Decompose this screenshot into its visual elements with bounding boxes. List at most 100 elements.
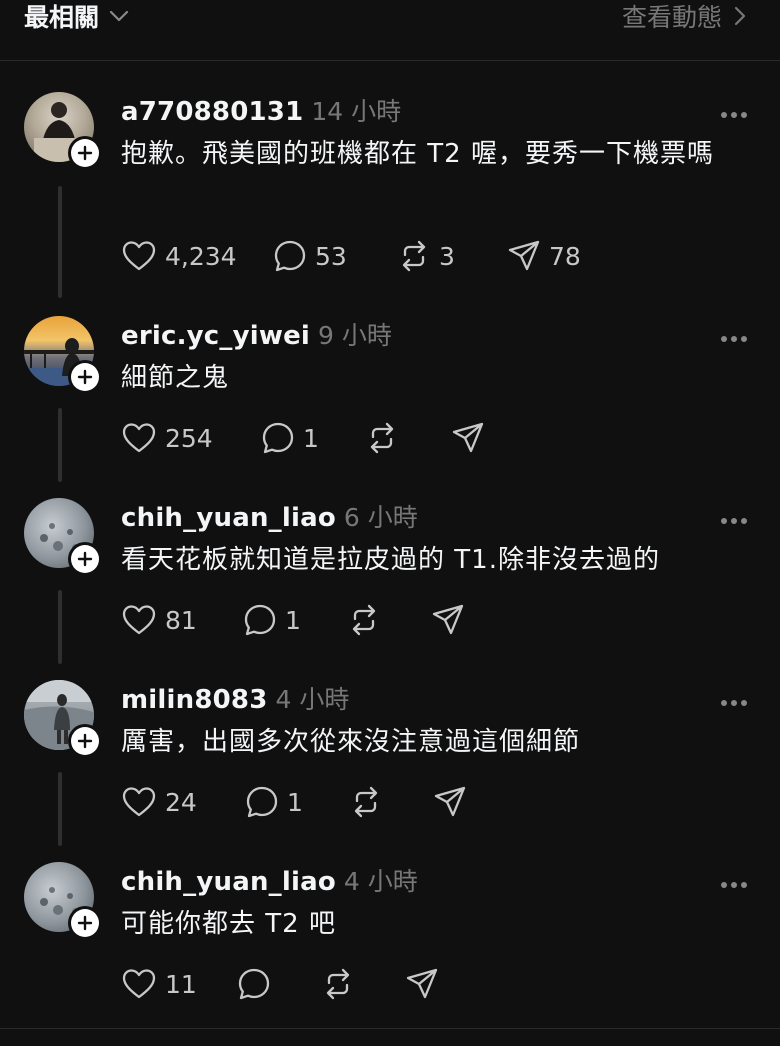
reply-button[interactable]: 1 — [261, 421, 365, 455]
avatar[interactable] — [24, 680, 102, 758]
comment-actions: 254 1 — [121, 420, 485, 456]
heart-icon — [121, 968, 157, 1000]
avatar[interactable] — [24, 316, 102, 394]
like-button[interactable]: 254 — [121, 422, 261, 454]
chevron-down-icon — [109, 10, 129, 22]
more-dots-icon[interactable] — [720, 692, 748, 711]
comment-text: 看天花板就知道是拉皮過的 T1.除非沒去過的 — [121, 545, 660, 575]
reply-button[interactable]: 1 — [243, 603, 347, 637]
timestamp: 6 小時 — [343, 503, 418, 532]
comment-bubble-icon — [243, 603, 277, 637]
comment-actions: 81 1 — [121, 602, 465, 638]
follow-button[interactable] — [68, 542, 102, 576]
more-dots-icon[interactable] — [720, 328, 748, 347]
comment-item: milin8083 4 小時 厲害，出國多次從來沒注意過這個細節 24 1 — [0, 680, 780, 852]
like-count: 4,234 — [165, 241, 237, 271]
username[interactable]: a770880131 — [121, 97, 303, 127]
more-dots-icon[interactable] — [720, 104, 748, 123]
like-count: 11 — [165, 969, 197, 999]
thread-line — [58, 408, 62, 482]
comment-header: chih_yuan_liao 4 小時 — [121, 862, 418, 898]
avatar[interactable] — [24, 92, 102, 170]
plus-icon — [71, 727, 99, 755]
repost-button[interactable] — [321, 967, 405, 1001]
comment-bubble-icon — [237, 967, 271, 1001]
avatar[interactable] — [24, 498, 102, 576]
sort-dropdown[interactable]: 最相關 — [24, 0, 129, 34]
repost-icon — [365, 421, 399, 455]
repost-button[interactable] — [365, 421, 451, 455]
comment-header: a770880131 14 小時 — [121, 92, 401, 128]
comment-item: chih_yuan_liao 6 小時 看天花板就知道是拉皮過的 T1.除非沒去… — [0, 498, 780, 670]
repost-icon — [397, 239, 431, 273]
more-dots-icon[interactable] — [720, 510, 748, 529]
like-button[interactable]: 81 — [121, 604, 243, 636]
comment-actions: 24 1 — [121, 784, 467, 820]
thread-line — [58, 186, 62, 298]
follow-button[interactable] — [68, 136, 102, 170]
comment-bubble-icon — [245, 785, 279, 819]
share-button[interactable] — [405, 967, 439, 1001]
timestamp: 4 小時 — [343, 867, 418, 896]
like-count: 254 — [165, 423, 213, 453]
comment-bubble-icon — [261, 421, 295, 455]
comment-bubble-icon — [273, 239, 307, 273]
repost-icon — [321, 967, 355, 1001]
comment-header: eric.yc_yiwei 9 小時 — [121, 316, 392, 352]
reply-count: 1 — [285, 605, 301, 635]
timestamp: 4 小時 — [275, 685, 350, 714]
activity-label: 查看動態 — [621, 3, 722, 32]
reply-count: 1 — [287, 787, 303, 817]
replies-header: 最相關 查看動態 — [0, 0, 780, 61]
follow-button[interactable] — [68, 724, 102, 758]
sort-label: 最相關 — [24, 3, 100, 32]
send-icon — [431, 603, 465, 637]
like-button[interactable]: 11 — [121, 968, 237, 1000]
threads-replies-page: 最相關 查看動態 a770880131 14 小時 抱歉。飛美國的班機都在 T2… — [0, 0, 780, 1046]
repost-count: 3 — [439, 241, 455, 271]
heart-icon — [121, 240, 157, 272]
reply-count: 53 — [315, 241, 347, 271]
like-button[interactable]: 24 — [121, 786, 245, 818]
heart-icon — [121, 422, 157, 454]
plus-icon — [71, 909, 99, 937]
repost-button[interactable] — [347, 603, 431, 637]
share-button[interactable] — [431, 603, 465, 637]
repost-icon — [347, 603, 381, 637]
comment-text: 細節之鬼 — [121, 363, 230, 393]
send-icon — [451, 421, 485, 455]
follow-button[interactable] — [68, 360, 102, 394]
repost-button[interactable] — [349, 785, 433, 819]
comment-actions: 4,234 53 3 78 — [121, 238, 581, 274]
chevron-right-icon — [734, 6, 746, 26]
more-dots-icon[interactable] — [720, 874, 748, 893]
repost-button[interactable]: 3 — [397, 239, 507, 273]
reply-button[interactable] — [237, 967, 321, 1001]
username[interactable]: chih_yuan_liao — [121, 867, 336, 897]
reply-button[interactable]: 53 — [273, 239, 397, 273]
share-button[interactable] — [433, 785, 467, 819]
username[interactable]: eric.yc_yiwei — [121, 321, 310, 351]
like-button[interactable]: 4,234 — [121, 240, 273, 272]
send-icon — [433, 785, 467, 819]
avatar[interactable] — [24, 862, 102, 940]
like-count: 81 — [165, 605, 197, 635]
username[interactable]: chih_yuan_liao — [121, 503, 336, 533]
plus-icon — [71, 545, 99, 573]
share-button[interactable] — [451, 421, 485, 455]
share-count: 78 — [549, 241, 581, 271]
follow-button[interactable] — [68, 906, 102, 940]
comment-item: chih_yuan_liao 4 小時 可能你都去 T2 吧 11 — [0, 862, 780, 1022]
comment-header: milin8083 4 小時 — [121, 680, 349, 716]
heart-icon — [121, 786, 157, 818]
view-activity-link[interactable]: 查看動態 — [622, 0, 746, 34]
reply-button[interactable]: 1 — [245, 785, 349, 819]
comment-header: chih_yuan_liao 6 小時 — [121, 498, 418, 534]
username[interactable]: milin8083 — [121, 685, 268, 715]
share-button[interactable]: 78 — [507, 239, 581, 273]
send-icon — [507, 239, 541, 273]
heart-icon — [121, 604, 157, 636]
comment-text: 抱歉。飛美國的班機都在 T2 喔，要秀一下機票嗎 — [121, 139, 714, 169]
comment-actions: 11 — [121, 966, 439, 1002]
timestamp: 14 小時 — [311, 97, 402, 126]
